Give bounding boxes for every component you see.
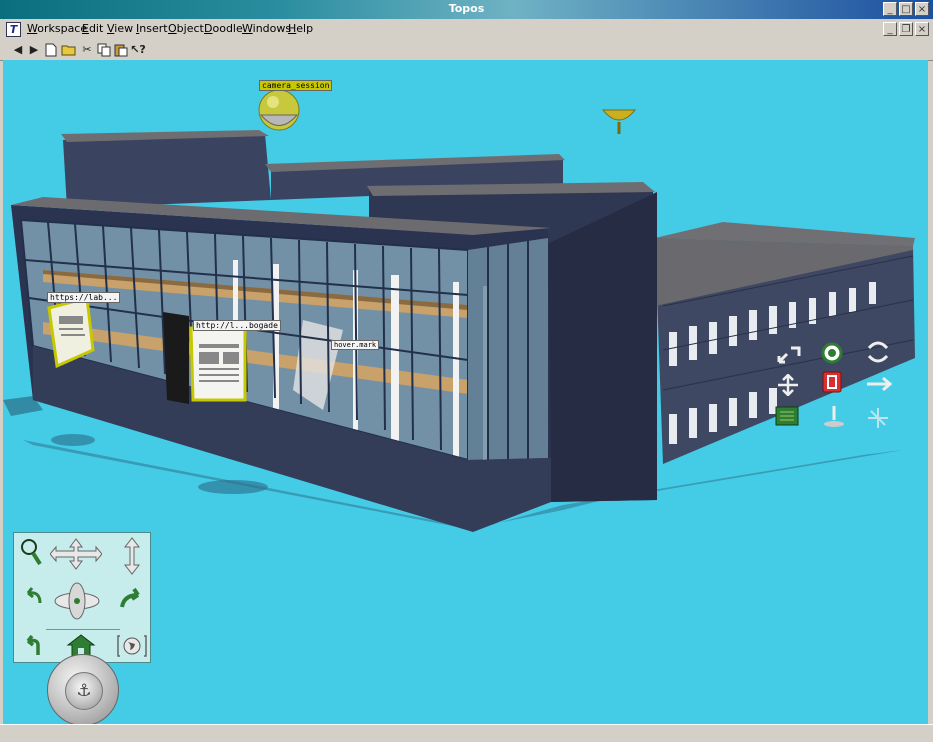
close-button[interactable]: × (915, 2, 929, 16)
dial-center[interactable]: ⚓ (65, 672, 103, 710)
menu-bar: T Workspace Edit View Insert Object Dood… (0, 19, 933, 41)
status-bar (0, 724, 933, 742)
menu-object[interactable]: Object (168, 22, 204, 35)
pan-four-way-arrows-icon[interactable] (49, 537, 103, 570)
back-arrow-icon[interactable]: ◀ (10, 43, 26, 57)
mdi-restore-button[interactable]: ❐ (899, 22, 913, 36)
menu-windows[interactable]: Windows (242, 22, 291, 35)
center-label[interactable]: hover.mark (331, 340, 380, 350)
navigation-dial[interactable]: ⚓ (47, 654, 119, 724)
maximize-button[interactable]: □ (899, 2, 913, 16)
target-icon[interactable] (821, 342, 843, 364)
context-help-icon[interactable]: ↖? (130, 43, 146, 57)
minimize-button[interactable]: _ (883, 2, 897, 16)
mdi-close-button[interactable]: × (915, 22, 929, 36)
rotate-left-icon[interactable] (18, 587, 46, 615)
sphere-label[interactable]: camera_session (259, 80, 333, 91)
menu-edit[interactable]: Edit (82, 22, 103, 35)
menu-doodle[interactable]: Doodle (204, 22, 243, 35)
anchor-icon: ⚓ (76, 681, 92, 701)
orbit-icon[interactable] (54, 581, 100, 621)
forward-arrow-icon[interactable]: ▶ (26, 43, 42, 57)
menu-insert[interactable]: Insert (136, 22, 168, 35)
world-view-icon[interactable] (116, 633, 148, 661)
zoom-magnifier-icon[interactable] (18, 537, 46, 566)
3d-viewport[interactable]: camera_session https://lab... http://l..… (3, 60, 928, 724)
paste-icon[interactable] (113, 43, 129, 57)
cut-icon[interactable]: ✂ (79, 43, 95, 57)
nav-separator (46, 629, 120, 630)
rotate-object-icon[interactable] (865, 340, 891, 364)
app-icon[interactable]: T (6, 22, 21, 37)
mdi-minimize-button[interactable]: _ (883, 22, 897, 36)
new-document-icon[interactable] (43, 43, 59, 57)
window-title: Topos (448, 2, 485, 15)
delete-object-icon[interactable] (821, 370, 843, 394)
copy-icon[interactable] (96, 43, 112, 57)
menu-help[interactable]: Help (288, 22, 313, 35)
stand-icon[interactable] (821, 404, 847, 428)
open-folder-icon[interactable] (60, 43, 76, 57)
title-bar: Topos _ □ × (0, 0, 933, 20)
scale-arrows-icon[interactable] (777, 344, 803, 366)
vertical-move-arrows-icon[interactable] (122, 537, 150, 575)
move-vertical-icon[interactable] (775, 373, 801, 397)
turn-right-icon[interactable] (118, 587, 146, 615)
menu-workspace[interactable]: Workspace (27, 22, 87, 35)
properties-icon[interactable] (775, 406, 799, 426)
navigation-panel (13, 532, 151, 663)
move-horizontal-icon[interactable] (865, 374, 893, 394)
poster-left-label[interactable]: https://lab... (47, 292, 121, 303)
back-turn-icon[interactable] (20, 634, 48, 663)
poster-right-label[interactable]: http://l...bogade (193, 320, 281, 331)
move-3d-icon[interactable] (865, 406, 891, 430)
menu-view[interactable]: View (107, 22, 133, 35)
toolbar: ◀ ▶ ✂ ↖? (0, 40, 933, 61)
